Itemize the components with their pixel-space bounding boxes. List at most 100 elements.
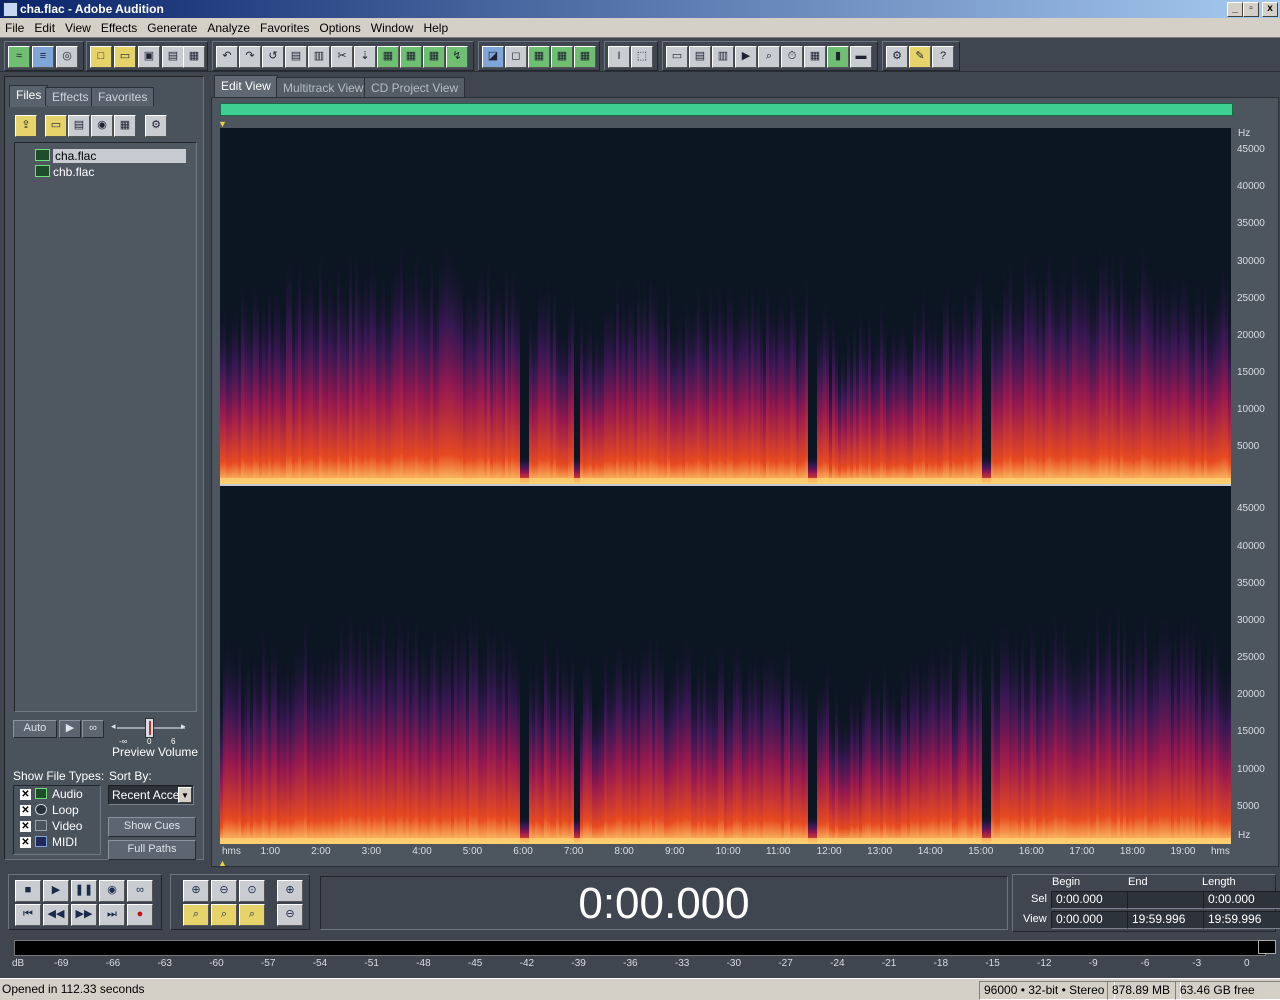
tab-cd-project-view[interactable]: CD Project View [364,77,466,98]
menu-window[interactable]: Window [366,18,419,38]
undo-icon[interactable]: ↶ [216,46,238,68]
insert-cd-icon[interactable]: ▦ [114,115,136,137]
spectral-pan-icon[interactable]: ▦ [528,46,550,68]
properties-icon[interactable]: ▥ [712,46,734,68]
midi-checkbox[interactable]: ✕ [20,837,31,848]
tab-effects[interactable]: Effects [45,87,96,106]
cd-view-icon[interactable]: ◎ [56,46,78,68]
view-length-field[interactable]: 19:59.996 [1203,911,1280,929]
zoom-out-vertical-icon[interactable]: ⊖ [277,904,303,926]
menu-file[interactable]: File [0,18,29,38]
zoom-in-vertical-icon[interactable]: ⊕ [277,880,303,902]
rewind-button[interactable]: ◀◀ [43,904,69,926]
audio-checkbox[interactable]: ✕ [20,789,31,800]
mixer-icon[interactable]: ▬ [850,46,872,68]
go-to-end-button[interactable]: ⏭ [99,904,125,926]
edit-view-icon[interactable]: ≈ [8,46,30,68]
menu-help[interactable]: Help [418,18,453,38]
menu-view[interactable]: View [60,18,96,38]
menu-edit[interactable]: Edit [29,18,60,38]
close-button[interactable]: x [1262,2,1278,17]
playhead-marker-bottom-icon[interactable]: ▲ [218,858,227,868]
open-file-icon[interactable]: ▭ [114,46,136,68]
view-begin-field[interactable]: 0:00.000 [1051,911,1129,929]
copy-new-icon[interactable]: ▥ [308,46,330,68]
list-item[interactable]: cha.flac [35,148,187,164]
cut-icon[interactable]: ✂ [331,46,353,68]
multitrack-view-icon[interactable]: ≡ [32,46,54,68]
spectral-phase-icon[interactable]: ▦ [551,46,573,68]
redo-icon[interactable]: ↷ [239,46,261,68]
loop-play-button[interactable]: ∞ [127,880,153,902]
sel-length-field[interactable]: 0:00.000 [1203,891,1280,909]
slider-left-arrow-icon[interactable]: ◂ [111,721,116,732]
menu-options[interactable]: Options [314,18,365,38]
spectral-display-icon[interactable]: ◻ [505,46,527,68]
play-preview-icon[interactable]: ▶ [59,720,81,738]
mix-paste-icon[interactable]: ▦ [400,46,422,68]
stop-button[interactable]: ■ [15,880,41,902]
marquee-tool-icon[interactable]: ⬚ [631,46,653,68]
zoom-right-icon[interactable]: ⌕ [211,904,237,926]
list-item[interactable]: chb.flac [35,164,94,180]
menu-generate[interactable]: Generate [142,18,202,38]
paste-new-icon[interactable]: ▦ [377,46,399,68]
sel-begin-field[interactable]: 0:00.000 [1051,891,1129,909]
show-cues-button[interactable]: Show Cues [108,817,196,837]
menu-analyze[interactable]: Analyze [202,18,255,38]
menu-favorites[interactable]: Favorites [255,18,314,38]
pause-button[interactable]: ❚❚ [71,880,97,902]
clip-indicator[interactable] [1258,940,1276,954]
time-selection-tool-icon[interactable]: I [608,46,630,68]
record-button[interactable]: ● [127,904,153,926]
transport-window-icon[interactable]: ▶ [735,46,757,68]
zoom-window-icon[interactable]: ⌕ [758,46,780,68]
spectral-freq-icon[interactable]: ▦ [574,46,596,68]
tab-files[interactable]: Files [9,85,49,107]
help-icon[interactable]: ? [932,46,954,68]
menu-effects[interactable]: Effects [96,18,142,38]
time-window-icon[interactable]: ⏱ [781,46,803,68]
crop-icon[interactable]: ▦ [423,46,445,68]
full-paths-button[interactable]: Full Paths [108,840,196,860]
save-icon[interactable]: ▣ [138,46,160,68]
minimize-button[interactable]: _ [1227,2,1243,17]
go-to-start-button[interactable]: ⏮ [15,904,41,926]
level-meters-icon[interactable]: ▮ [827,46,849,68]
close-file-icon[interactable]: ▤ [68,115,90,137]
info-icon[interactable]: ▤ [689,46,711,68]
sort-by-select[interactable]: Recent Acce ▼ [108,785,194,805]
fast-forward-button[interactable]: ▶▶ [71,904,97,926]
paste-icon[interactable]: ⇣ [354,46,376,68]
tab-edit-view[interactable]: Edit View [214,75,278,98]
slider-right-arrow-icon[interactable]: ▸ [181,721,186,732]
sel-end-field[interactable] [1127,891,1205,909]
zoom-left-icon[interactable]: ⌕ [183,904,209,926]
settings-gear-icon[interactable]: ⚙ [886,46,908,68]
view-end-field[interactable]: 19:59.996 [1127,911,1205,929]
tab-favorites[interactable]: Favorites [91,87,155,106]
script-icon[interactable]: ✎ [909,46,931,68]
play-to-end-button[interactable]: ◉ [99,880,125,902]
preview-volume-slider[interactable] [145,718,154,738]
open-folder-icon[interactable]: ▭ [45,115,67,137]
waveform-display-icon[interactable]: ◪ [482,46,504,68]
insert-multitrack-icon[interactable]: ◉ [91,115,113,137]
save-all-icon[interactable]: ▤ [162,46,184,68]
tab-multitrack-view[interactable]: Multitrack View [276,77,371,98]
video-checkbox[interactable]: ✕ [20,821,31,832]
new-file-icon[interactable]: □ [90,46,112,68]
auto-play-button[interactable]: Auto [13,720,57,738]
copy-icon[interactable]: ▤ [285,46,307,68]
overview-bar[interactable] [220,103,1233,116]
zoom-selection-icon[interactable]: ⌕ [239,904,265,926]
spectrogram-display[interactable] [220,128,1231,844]
repeat-icon[interactable]: ↺ [262,46,284,68]
trim-icon[interactable]: ↯ [446,46,468,68]
close-file-icon[interactable]: ▦ [183,46,205,68]
import-file-icon[interactable]: ⇪ [15,115,37,137]
organizer-icon[interactable]: ▭ [666,46,688,68]
organizer-options-icon[interactable]: ⚙ [145,115,167,137]
loop-checkbox[interactable]: ✕ [20,805,31,816]
zoom-full-icon[interactable]: ⊙ [239,880,265,902]
